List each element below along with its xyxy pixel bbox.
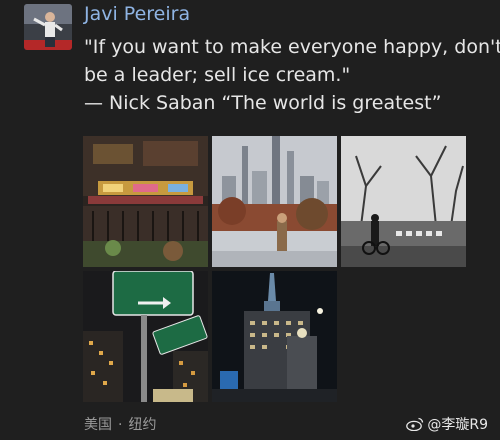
broadway-street-sign-photo <box>83 271 208 402</box>
photo-thumbnail-2[interactable] <box>212 136 337 267</box>
location-separator: · <box>118 417 123 433</box>
christmas-market-photo <box>83 136 208 267</box>
post-card: Javi Pereira "If you want to make everyo… <box>0 0 500 440</box>
avatar-image <box>24 4 72 50</box>
photo-thumbnail-4[interactable] <box>83 271 208 402</box>
author-name[interactable]: Javi Pereira <box>84 3 190 25</box>
photo-thumbnail-1[interactable] <box>83 136 208 267</box>
post-text-line: — Nick Saban “The world is greatest” <box>84 92 442 114</box>
watermark-handle: @李璇R9 <box>427 417 488 433</box>
weibo-icon <box>406 417 424 431</box>
photo-thumbnail-5[interactable] <box>212 271 337 402</box>
post-text-line: be a leader; sell ice cream." <box>84 64 351 86</box>
post-text-line: "If you want to make everyone happy, don… <box>84 36 500 58</box>
location-city: 纽约 <box>128 417 157 433</box>
photo-thumbnail-3[interactable] <box>341 136 466 267</box>
photo-grid <box>83 136 467 404</box>
post-location[interactable]: 美国 · 纽约 <box>84 414 156 434</box>
post-text: "If you want to make everyone happy, don… <box>84 33 500 117</box>
park-path-cyclist-photo <box>341 136 466 267</box>
location-country: 美国 <box>84 417 112 433</box>
central-park-skyline-photo <box>212 136 337 267</box>
night-tower-building-photo <box>212 271 337 402</box>
author-avatar[interactable] <box>24 4 72 50</box>
watermark: @李璇R9 <box>406 414 488 434</box>
